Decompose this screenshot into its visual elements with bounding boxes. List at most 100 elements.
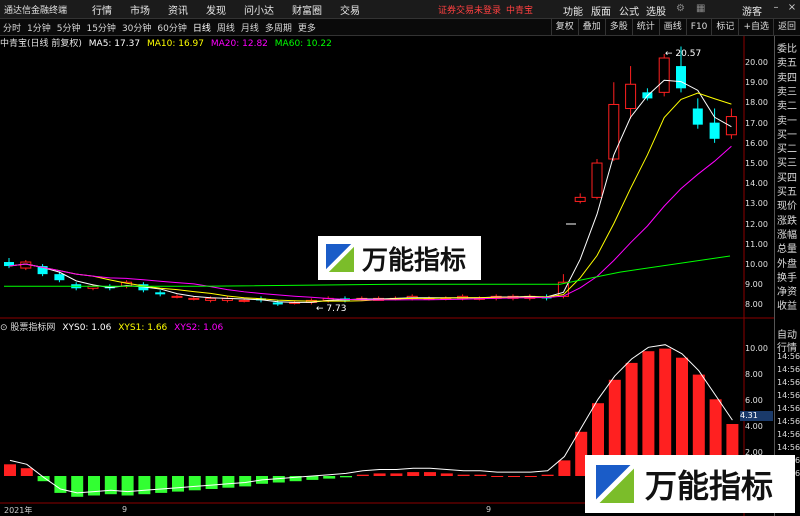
indicator-tick: 6.00 xyxy=(745,396,763,405)
xys0-label: XYS0: 1.06 xyxy=(62,323,112,333)
indicator-bar xyxy=(205,476,218,489)
candle xyxy=(725,116,737,136)
indicator-bar xyxy=(340,476,352,478)
watermark-text: 万能指标 xyxy=(362,245,467,276)
sub-chart-header: ⊙ 股票指标网 XYS0: 1.06 XYS1: 1.66 XYS2: 1.06 xyxy=(0,320,224,333)
watermark-logo: 万能指标 xyxy=(585,455,795,513)
indicator-bar xyxy=(440,473,453,476)
quote-label: 买三 xyxy=(777,158,797,170)
indicator-bar xyxy=(188,476,201,491)
axis-month: 9 xyxy=(122,505,128,514)
quote-panel: 委比 卖五 卖四 卖三 卖二 卖一 买一 买二 买三 买四 买五 现价 涨跌 涨幅 总量 外盘 换手 净资 收益 自动… xyxy=(774,36,800,516)
price-tick: 8.00 xyxy=(745,300,763,310)
candle xyxy=(591,162,603,198)
trade-time: 14:56 xyxy=(777,391,800,400)
price-tick: 19.00 xyxy=(745,78,768,88)
indicator-bar xyxy=(558,460,571,476)
quote-label: 委比 xyxy=(777,44,797,55)
candle xyxy=(188,297,200,300)
price-tick: 14.00 xyxy=(745,179,768,189)
low-price-label: ← 7.73 xyxy=(316,304,346,314)
indicator-bar xyxy=(88,476,100,496)
quote-label: 卖三 xyxy=(777,86,797,98)
quote-label: 买五 xyxy=(777,187,797,198)
trade-time: 14:56 xyxy=(777,430,800,439)
candle xyxy=(658,57,670,93)
indicator-bar xyxy=(138,476,151,495)
price-tick: 18.00 xyxy=(745,98,768,108)
candle xyxy=(709,122,720,139)
indicator-bar xyxy=(457,474,470,476)
trade-time: 14:56 xyxy=(777,443,800,452)
indicator-bar xyxy=(474,474,487,476)
indicator-bar xyxy=(491,476,504,477)
candle xyxy=(676,66,686,89)
indicator-title[interactable]: 股票指标网 xyxy=(10,323,55,333)
trade-time: 14:56 xyxy=(777,365,800,374)
price-tick: 12.00 xyxy=(745,219,768,229)
candle xyxy=(625,83,637,110)
indicator-bar xyxy=(155,476,168,493)
watermark-logo: 万能指标 xyxy=(318,236,481,280)
price-tick: 20.00 xyxy=(745,58,768,67)
trade-time: 14:56 xyxy=(777,352,800,361)
quote-label: 换手 xyxy=(777,272,797,284)
candle xyxy=(54,274,65,281)
indicator-bar xyxy=(373,473,386,476)
candle xyxy=(272,302,283,305)
indicator-bar xyxy=(524,476,537,477)
price-tick: 16.00 xyxy=(745,138,768,148)
indicator-bar xyxy=(239,476,252,487)
quote-label: 净资 xyxy=(777,287,797,299)
trade-time: 14:56 xyxy=(777,417,800,426)
indicator-tick: 10.00 xyxy=(745,344,768,353)
indicator-bar xyxy=(541,474,554,476)
quote-label: 卖一 xyxy=(777,115,797,127)
indicator-bar xyxy=(20,468,33,476)
quote-label: 卖二 xyxy=(777,101,797,113)
quote-label: 涨幅 xyxy=(777,229,797,241)
watermark-icon xyxy=(324,242,356,274)
quote-label: 买二 xyxy=(777,144,797,156)
quote-label: 买一 xyxy=(777,129,797,141)
quote-label: 卖五 xyxy=(777,58,797,70)
quote-label: 现价 xyxy=(777,201,797,213)
quote-label: 收益 xyxy=(777,301,797,313)
candle xyxy=(205,297,217,301)
axis-month: 9 xyxy=(486,505,492,514)
price-tick: 9.00 xyxy=(745,280,763,290)
xys1-label: XYS1: 1.66 xyxy=(118,323,168,333)
watermark-text: 万能指标 xyxy=(645,467,774,505)
indicator-bar xyxy=(121,476,134,496)
candle xyxy=(171,295,183,298)
candle xyxy=(692,108,703,125)
quote-label: 买四 xyxy=(777,172,797,184)
indicator-bar xyxy=(323,476,336,479)
current-value-marker: 4.31 xyxy=(740,411,773,421)
quote-label: 涨跌 xyxy=(777,215,797,227)
indicator-bar xyxy=(508,476,520,477)
indicator-bar xyxy=(424,472,436,476)
xys2-label: XYS2: 1.06 xyxy=(174,323,224,333)
watermark-icon xyxy=(594,463,636,505)
indicator-tick: 8.00 xyxy=(745,370,763,379)
candle xyxy=(608,103,620,160)
close-icon[interactable]: × xyxy=(786,2,798,14)
quote-label: 外盘 xyxy=(777,258,797,270)
price-tick: 15.00 xyxy=(745,159,768,168)
indicator-icon[interactable]: ⊙ xyxy=(0,323,8,333)
trade-time: 14:56 xyxy=(777,378,800,387)
high-price-label: ← 20.57 xyxy=(665,49,701,59)
tool-button[interactable]: 返回 xyxy=(772,19,800,35)
indicator-bar xyxy=(222,476,235,488)
indicator-bar xyxy=(71,476,84,497)
price-tick: 17.00 xyxy=(745,118,768,128)
quote-label: 总量 xyxy=(777,244,797,256)
indicator-bar xyxy=(104,476,117,495)
indicator-bar xyxy=(4,464,16,476)
price-tick: 13.00 xyxy=(745,199,768,209)
candle xyxy=(155,292,166,295)
indicator-bar xyxy=(172,476,184,492)
axis-year: 2021年 xyxy=(4,506,33,515)
quote-label: 卖四 xyxy=(777,72,797,84)
